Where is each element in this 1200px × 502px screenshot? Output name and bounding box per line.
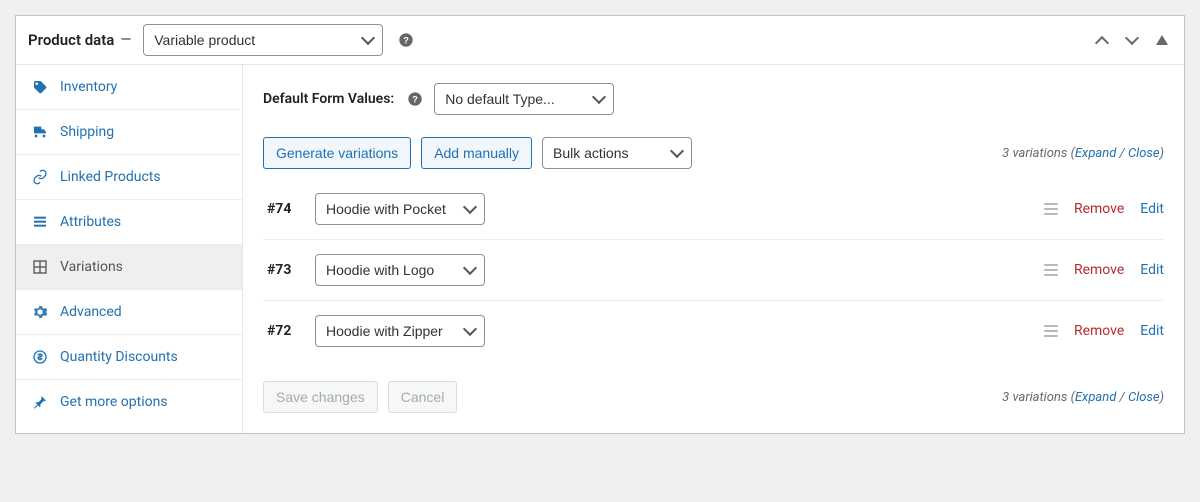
save-changes-button[interactable]: Save changes (263, 381, 378, 413)
link-icon (32, 169, 48, 185)
sidebar-item-label: Attributes (60, 214, 121, 230)
product-data-panel: Product data — Variable product ? Invent… (15, 15, 1185, 434)
sidebar-item-label: Get more options (60, 394, 168, 410)
variation-type-select-wrap[interactable]: Hoodie with Zipper (315, 315, 485, 347)
remove-link[interactable]: Remove (1074, 262, 1124, 278)
add-manually-button[interactable]: Add manually (421, 137, 532, 169)
pin-icon (32, 394, 48, 410)
variations-toolbar: Generate variations Add manually Bulk ac… (263, 137, 1164, 169)
sidebar-item-advanced[interactable]: Advanced (16, 290, 242, 335)
sidebar-item-attributes[interactable]: Attributes (16, 200, 242, 245)
bulk-actions-select[interactable]: Bulk actions (542, 137, 692, 169)
help-icon[interactable]: ? (406, 90, 424, 108)
gear-icon (32, 304, 48, 320)
sidebar-item-quantity-discounts[interactable]: Quantity Discounts (16, 335, 242, 380)
sidebar-item-get-more-options[interactable]: Get more options (16, 380, 242, 424)
expand-link[interactable]: Expand (1075, 146, 1116, 161)
variation-type-select-wrap[interactable]: Hoodie with Pocket (315, 193, 485, 225)
sidebar: Inventory Shipping Linked Products Attri… (16, 65, 243, 433)
variation-type-select[interactable]: Hoodie with Pocket (315, 193, 485, 225)
sidebar-item-variations[interactable]: Variations (16, 245, 242, 290)
remove-link[interactable]: Remove (1074, 323, 1124, 339)
cancel-button[interactable]: Cancel (388, 381, 458, 413)
panel-down-button[interactable] (1122, 30, 1142, 50)
sidebar-item-label: Advanced (60, 304, 122, 320)
title-dash: — (120, 32, 131, 48)
dollar-icon (32, 349, 48, 365)
remove-link[interactable]: Remove (1074, 201, 1124, 217)
variation-type-select[interactable]: Hoodie with Zipper (315, 315, 485, 347)
sidebar-item-label: Shipping (60, 124, 114, 140)
panel-collapse-button[interactable] (1152, 30, 1172, 50)
svg-text:?: ? (412, 94, 418, 104)
variations-status-bottom: 3 variations (Expand / Close) (1002, 390, 1164, 405)
drag-handle-icon[interactable] (1044, 203, 1058, 215)
expand-link[interactable]: Expand (1075, 390, 1116, 405)
bulk-actions-select-wrap[interactable]: Bulk actions (542, 137, 692, 169)
variations-status-top: 3 variations (Expand / Close) (1002, 146, 1164, 161)
default-form-values-row: Default Form Values: ? No default Type..… (263, 83, 1164, 115)
panel-header: Product data — Variable product ? (16, 16, 1184, 65)
default-type-select-wrap[interactable]: No default Type... (434, 83, 614, 115)
sidebar-item-label: Linked Products (60, 169, 161, 185)
tag-icon (32, 79, 48, 95)
status-prefix: 3 variations ( (1002, 390, 1075, 405)
default-form-values-label: Default Form Values: (263, 91, 394, 107)
drag-handle-icon[interactable] (1044, 264, 1058, 276)
sidebar-item-label: Inventory (60, 79, 117, 95)
panel-title: Product data (28, 31, 114, 49)
variation-row: #74 Hoodie with Pocket Remove Edit (263, 179, 1164, 240)
help-icon[interactable]: ? (397, 31, 415, 49)
product-type-select-wrap[interactable]: Variable product (143, 24, 383, 56)
default-type-select[interactable]: No default Type... (434, 83, 614, 115)
grid-icon (32, 259, 48, 275)
panel-body: Inventory Shipping Linked Products Attri… (16, 65, 1184, 433)
variation-type-select[interactable]: Hoodie with Logo (315, 254, 485, 286)
variation-row: #73 Hoodie with Logo Remove Edit (263, 240, 1164, 301)
variation-row: #72 Hoodie with Zipper Remove Edit (263, 301, 1164, 361)
variations-list: #74 Hoodie with Pocket Remove Edit #73 (263, 179, 1164, 361)
svg-text:?: ? (403, 35, 409, 45)
variation-id: #72 (267, 323, 301, 339)
product-type-select[interactable]: Variable product (143, 24, 383, 56)
variation-id: #73 (267, 262, 301, 278)
variation-id: #74 (267, 201, 301, 217)
sidebar-item-linked-products[interactable]: Linked Products (16, 155, 242, 200)
variation-type-select-wrap[interactable]: Hoodie with Logo (315, 254, 485, 286)
list-icon (32, 214, 48, 230)
edit-link[interactable]: Edit (1140, 262, 1164, 278)
sidebar-item-inventory[interactable]: Inventory (16, 65, 242, 110)
edit-link[interactable]: Edit (1140, 201, 1164, 217)
drag-handle-icon[interactable] (1044, 325, 1058, 337)
truck-icon (32, 124, 48, 140)
sidebar-item-label: Quantity Discounts (60, 349, 178, 365)
content-area: Default Form Values: ? No default Type..… (243, 65, 1184, 433)
variations-footer: Save changes Cancel 3 variations (Expand… (263, 381, 1164, 413)
sidebar-item-label: Variations (60, 259, 123, 275)
edit-link[interactable]: Edit (1140, 323, 1164, 339)
sidebar-item-shipping[interactable]: Shipping (16, 110, 242, 155)
status-prefix: 3 variations ( (1002, 146, 1075, 161)
close-link[interactable]: Close (1128, 146, 1160, 161)
close-link[interactable]: Close (1128, 390, 1160, 405)
panel-up-button[interactable] (1092, 30, 1112, 50)
generate-variations-button[interactable]: Generate variations (263, 137, 411, 169)
